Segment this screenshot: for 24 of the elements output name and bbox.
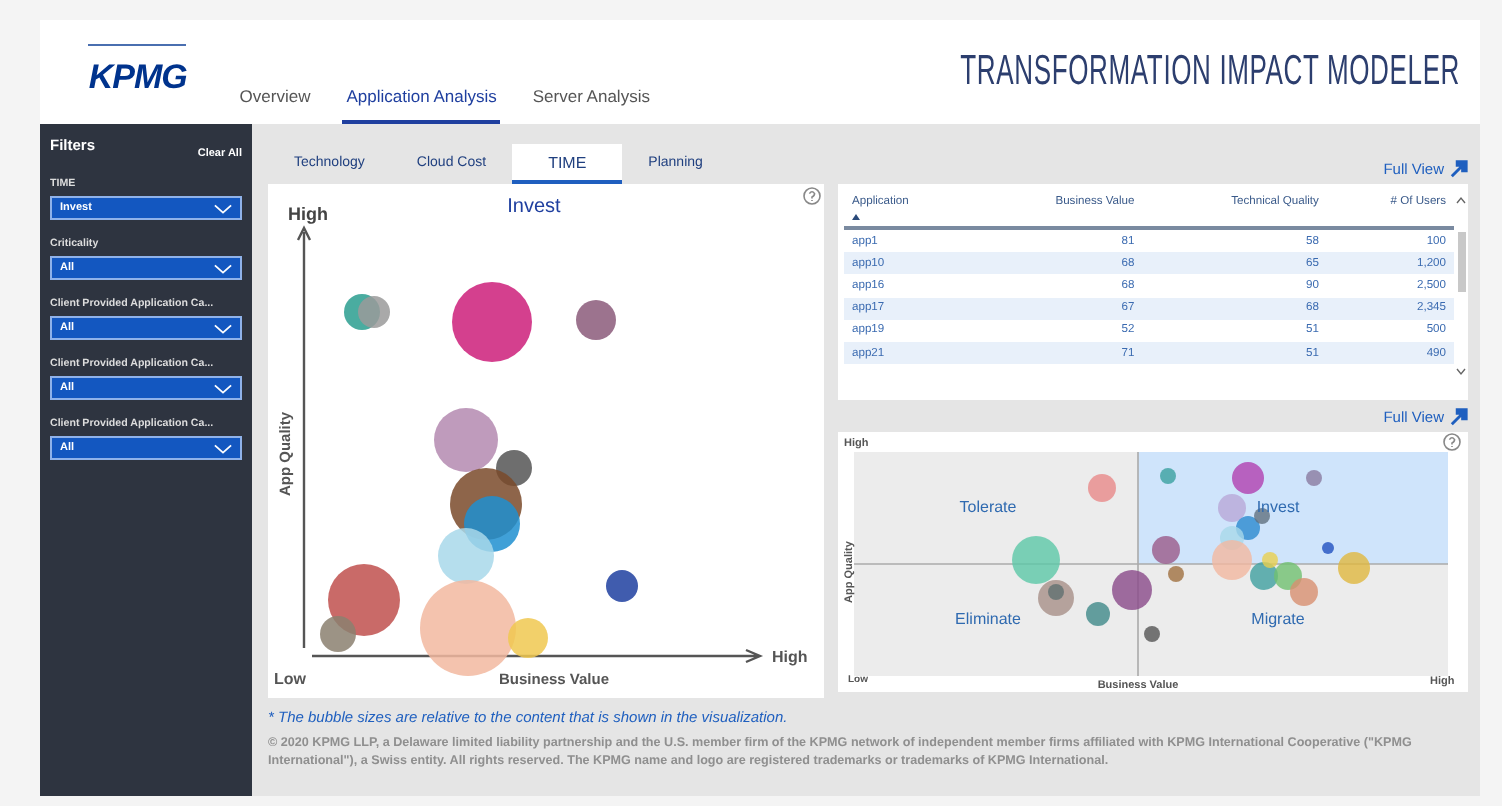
arrow-icon	[1450, 408, 1468, 426]
axis-high-label: High	[772, 648, 808, 666]
chevron-icon	[214, 263, 232, 273]
scroll-down-icon[interactable]	[1456, 368, 1466, 376]
arrow-icon	[1450, 160, 1468, 178]
axis-low-label: Low	[274, 670, 306, 688]
quadrant-label: Eliminate	[955, 610, 1021, 628]
quadrant-label: Tolerate	[959, 498, 1017, 516]
chevron-icon	[214, 203, 232, 213]
scroll-up-icon[interactable]	[1456, 196, 1466, 204]
chart-title: Invest	[507, 196, 561, 218]
logo: KPMG	[88, 46, 187, 98]
nav-tab[interactable]: Server Analysis	[528, 86, 654, 124]
nav-tab[interactable]: Overview	[235, 86, 315, 124]
view-tab[interactable]: TIME	[512, 144, 623, 184]
quadrant-label: Migrate	[1251, 610, 1305, 628]
chevron-icon	[214, 443, 232, 453]
quadrant-label: Invest	[1256, 498, 1300, 516]
app-title: TRANSFORMATION IMPACT MODELER	[960, 48, 1460, 96]
help-icon[interactable]	[1443, 433, 1461, 451]
help-icon[interactable]	[803, 187, 821, 205]
chevron-icon	[214, 323, 232, 333]
axis-high-label: High	[288, 204, 328, 224]
chevron-icon	[214, 383, 232, 393]
